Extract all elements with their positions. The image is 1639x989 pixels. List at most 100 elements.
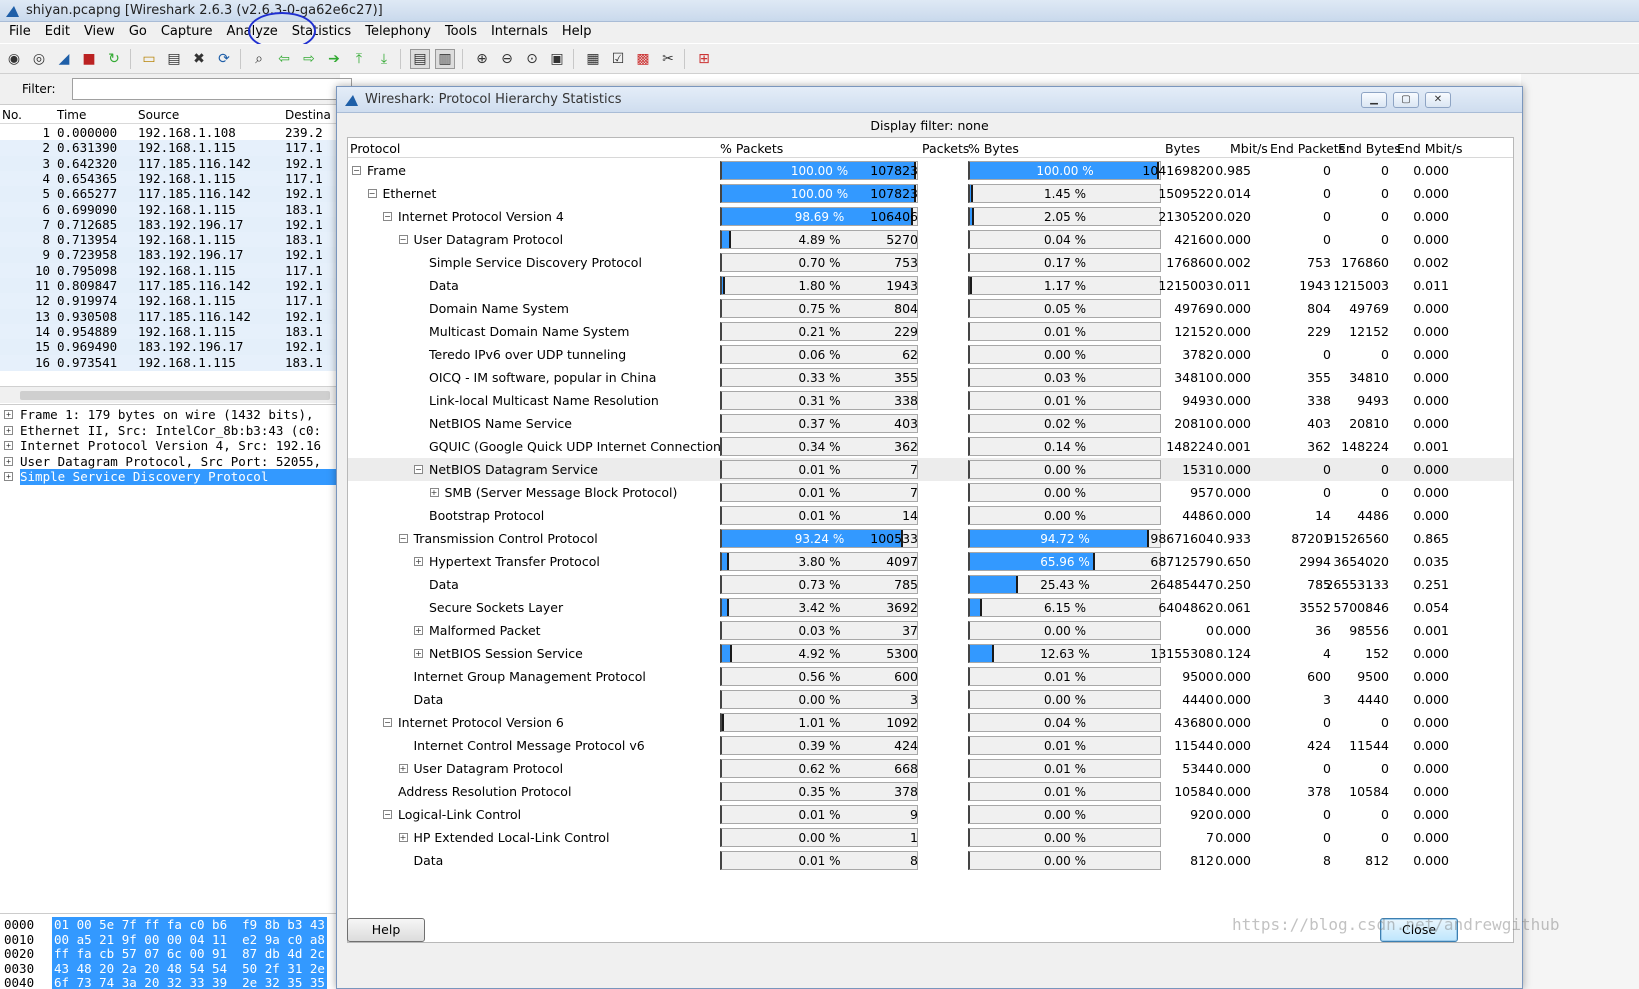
table-row[interactable]: Domain Name System 0.75 % 0.05 % 804 49769 0.… [348, 297, 1513, 320]
interfaces-icon[interactable]: ◉ [4, 49, 24, 69]
table-row[interactable]: 7 0.712685 183.192.196.17 192.1 [0, 216, 340, 233]
menu-internals[interactable]: Internals [486, 22, 553, 43]
col-end-mbit[interactable]: End Mbit/s [1397, 141, 1463, 156]
detail-tree-item[interactable]: + Simple Service Discovery Protocol [0, 469, 340, 485]
menu-capture[interactable]: Capture [156, 22, 218, 43]
table-row[interactable]: 15 0.969490 183.192.196.17 192.1 [0, 339, 340, 356]
table-row[interactable]: − Internet Protocol Version 4 98.69 % 2.05 … [348, 205, 1513, 228]
menu-analyze[interactable]: Analyze [222, 22, 283, 43]
menu-telephony[interactable]: Telephony [360, 22, 436, 43]
table-row[interactable]: + User Datagram Protocol 0.62 % 0.01 % 668 53… [348, 757, 1513, 780]
open-file-icon[interactable]: ▭ [139, 49, 159, 69]
table-row[interactable]: + Malformed Packet 0.03 % 0.00 % 37 0 0.000 36 9… [348, 619, 1513, 642]
table-row[interactable]: − Logical-Link Control 0.01 % 0.00 % 9 920 0.0… [348, 803, 1513, 826]
restart-capture-icon[interactable]: ↻ [104, 49, 124, 69]
table-row[interactable]: 16 0.973541 192.168.1.115 183.1 [0, 354, 340, 371]
table-row[interactable]: Bootstrap Protocol 0.01 % 0.00 % 14 4486 0.00… [348, 504, 1513, 527]
table-row[interactable]: 5 0.665277 117.185.116.142 192.1 [0, 186, 340, 203]
menu-file[interactable]: File [4, 22, 36, 43]
col-packets[interactable]: Packets [922, 141, 969, 156]
collapse-icon[interactable]: − [383, 810, 392, 819]
expand-icon[interactable]: + [398, 764, 408, 773]
table-row[interactable]: + Hypertext Transfer Protocol 3.80 % 65.96 … [348, 550, 1513, 573]
coloring-rules-icon[interactable]: ▩ [633, 49, 653, 69]
resize-columns-icon[interactable]: ▣ [547, 49, 567, 69]
col-mbit[interactable]: Mbit/s [1230, 141, 1268, 156]
col-protocol[interactable]: Protocol [350, 141, 400, 156]
collapse-icon[interactable]: − [414, 465, 423, 474]
expand-icon[interactable]: + [4, 410, 13, 419]
table-row[interactable]: + NetBIOS Session Service 4.92 % 12.63 % 530… [348, 642, 1513, 665]
expand-icon[interactable]: + [4, 456, 13, 466]
detail-tree-item[interactable]: + Internet Protocol Version 4, Src: 192.1… [0, 438, 340, 454]
collapse-icon[interactable]: − [398, 534, 408, 543]
expand-icon[interactable]: + [414, 626, 423, 635]
minimize-icon[interactable]: ▁ [1361, 92, 1387, 108]
table-row[interactable]: OICQ - IM software, popular in China 0.33… [348, 366, 1513, 389]
collapse-icon[interactable]: − [398, 235, 408, 244]
table-row[interactable]: − Transmission Control Protocol 93.24 % 94.… [348, 527, 1513, 550]
table-row[interactable]: Link-local Multicast Name Resolution 0.31… [348, 389, 1513, 412]
table-row[interactable]: 4 0.654365 192.168.1.115 117.1 [0, 170, 340, 187]
expand-icon[interactable]: + [4, 472, 13, 481]
table-row[interactable]: 12 0.919974 192.168.1.115 117.1 [0, 293, 340, 310]
collapse-icon[interactable]: − [367, 189, 377, 198]
close-icon[interactable]: ✕ [1425, 92, 1451, 108]
expand-icon[interactable]: + [414, 557, 423, 566]
normal-size-icon[interactable]: ⊙ [522, 49, 542, 69]
menu-help[interactable]: Help [557, 22, 597, 43]
table-row[interactable]: − NetBIOS Datagram Service 0.01 % 0.00 % 7 15… [348, 458, 1513, 481]
display-filters-icon[interactable]: ☑ [608, 49, 628, 69]
col-end-bytes[interactable]: End Bytes [1338, 141, 1401, 156]
table-row[interactable]: Teredo IPv6 over UDP tunneling 0.06 % 0.00… [348, 343, 1513, 366]
table-row[interactable]: − Internet Protocol Version 6 1.01 % 0.04 %… [348, 711, 1513, 734]
packet-list-hscrollbar[interactable] [0, 386, 340, 403]
menu-go[interactable]: Go [124, 22, 152, 43]
table-row[interactable]: 10 0.795098 192.168.1.115 117.1 [0, 262, 340, 279]
table-row[interactable]: GQUIC (Google Quick UDP Internet Connect… [348, 435, 1513, 458]
col-destination[interactable]: Destina [285, 108, 331, 122]
options-icon[interactable]: ◎ [29, 49, 49, 69]
detail-tree-item[interactable]: + Ethernet II, Src: IntelCor_8b:b3:43 (c0… [0, 423, 340, 439]
expand-icon[interactable]: + [398, 833, 408, 842]
detail-tree-item[interactable]: + User Datagram Protocol, Src Port: 52055… [0, 454, 340, 470]
filter-input[interactable] [72, 78, 352, 100]
menu-edit[interactable]: Edit [40, 22, 75, 43]
table-row[interactable]: Data 0.01 % 0.00 % 8 812 0.000 8 812 0.000 [348, 849, 1513, 872]
stop-capture-icon[interactable]: ■ [79, 49, 99, 69]
table-row[interactable]: Simple Service Discovery Protocol 0.70 % 0… [348, 251, 1513, 274]
table-row[interactable]: Secure Sockets Layer 3.42 % 6.15 % 3692 6404… [348, 596, 1513, 619]
menu-statistics[interactable]: Statistics [287, 22, 356, 43]
expand-icon[interactable]: + [414, 649, 423, 658]
close-file-icon[interactable]: ✖ [189, 49, 209, 69]
table-row[interactable]: + HP Extended Local-Link Control 0.00 % 0.0… [348, 826, 1513, 849]
table-row[interactable]: 13 0.930508 117.185.116.142 192.1 [0, 308, 340, 325]
preferences-icon[interactable]: ✂ [658, 49, 678, 69]
menu-view[interactable]: View [79, 22, 120, 43]
start-capture-icon[interactable]: ◢ [54, 49, 74, 69]
expand-icon[interactable]: + [429, 488, 439, 497]
table-row[interactable]: 1 0.000000 192.168.1.108 239.2 [0, 125, 340, 141]
help-icon[interactable]: ⊞ [694, 49, 714, 69]
collapse-icon[interactable]: − [383, 718, 392, 727]
table-row[interactable]: − Frame 100.00 % 100.00 % 107823 104169820 0.9… [348, 159, 1513, 182]
table-row[interactable]: Internet Group Management Protocol 0.56 %… [348, 665, 1513, 688]
table-row[interactable]: 3 0.642320 117.185.116.142 192.1 [0, 155, 340, 172]
table-row[interactable]: 6 0.699090 192.168.1.115 183.1 [0, 201, 340, 218]
colorize-icon[interactable]: ▤ [410, 49, 430, 69]
table-row[interactable]: Data 0.73 % 25.43 % 785 26485447 0.250 785 2655… [348, 573, 1513, 596]
col-source[interactable]: Source [138, 108, 179, 122]
detail-tree-item[interactable]: + Frame 1: 179 bytes on wire (1432 bits), [0, 407, 340, 423]
col-bytes[interactable]: Bytes [1165, 141, 1200, 156]
capture-filters-icon[interactable]: ▦ [583, 49, 603, 69]
help-button[interactable]: Help [347, 918, 425, 942]
col-no[interactable]: No. [2, 108, 22, 122]
first-packet-icon[interactable]: ⤒ [349, 49, 369, 69]
table-row[interactable]: + SMB (Server Message Block Protocol) 0.01… [348, 481, 1513, 504]
find-packet-icon[interactable]: ⌕ [249, 49, 269, 69]
go-back-icon[interactable]: ⇦ [274, 49, 294, 69]
save-file-icon[interactable]: ▤ [164, 49, 184, 69]
collapse-icon[interactable]: − [352, 166, 361, 175]
table-row[interactable]: − Ethernet 100.00 % 1.45 % 107823 1509522 0.01… [348, 182, 1513, 205]
go-to-packet-icon[interactable]: ➔ [324, 49, 344, 69]
